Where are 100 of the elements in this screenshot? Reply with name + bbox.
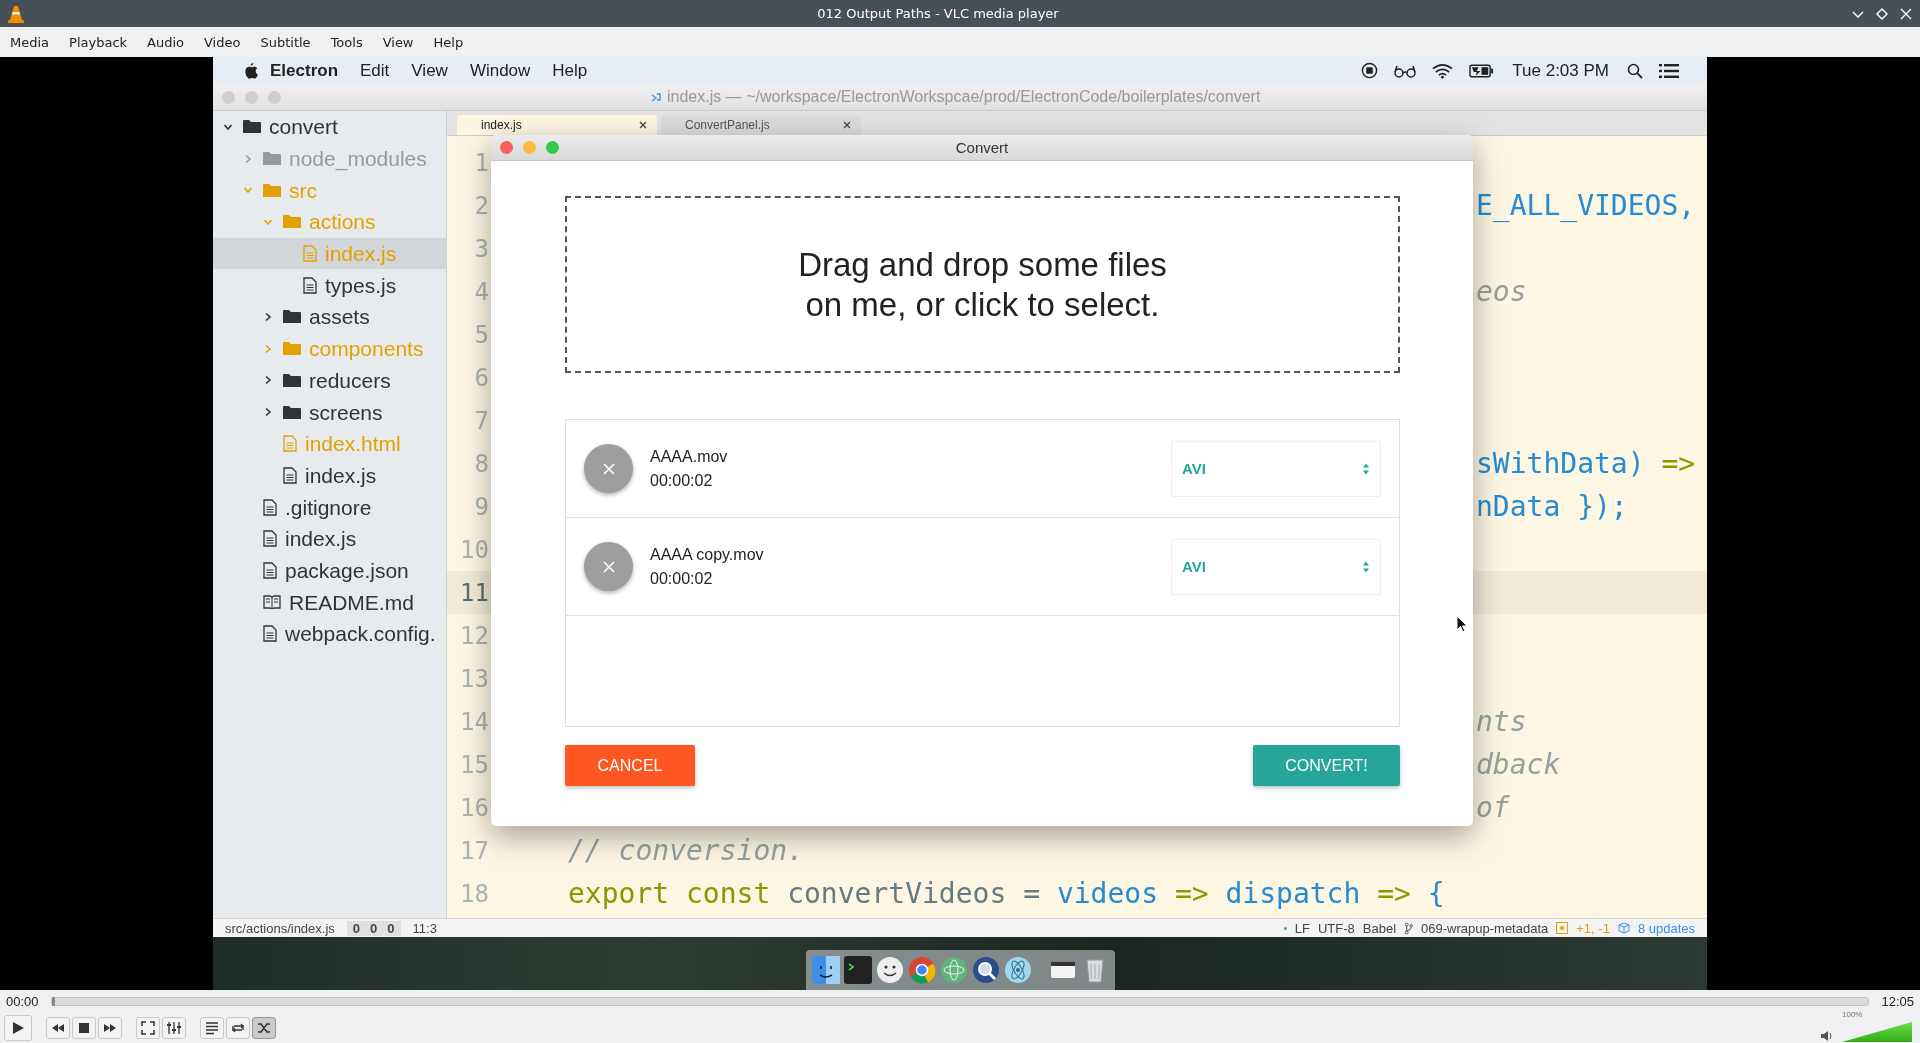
- line-number: 14: [459, 707, 490, 736]
- next-icon[interactable]: [103, 1023, 117, 1033]
- line-number: 17: [459, 836, 490, 865]
- tree-item[interactable]: types.js: [213, 269, 446, 302]
- vlc-cone-icon: [8, 4, 24, 23]
- chevron-right-icon[interactable]: [263, 311, 273, 322]
- loop-button[interactable]: [226, 1017, 250, 1039]
- terminal-icon[interactable]: [843, 956, 872, 984]
- menu-item[interactable]: Media: [2, 34, 58, 50]
- playlist-button[interactable]: [200, 1017, 224, 1039]
- elapsed-time: 00:00: [6, 994, 39, 1009]
- menu-item[interactable]: Video: [196, 34, 249, 50]
- tree-item[interactable]: index.js: [213, 459, 446, 492]
- tree-item[interactable]: assets: [213, 301, 446, 333]
- menubar-clock[interactable]: Tue 2:03 PM: [1512, 60, 1609, 81]
- tree-item[interactable]: README.md: [213, 586, 446, 618]
- line-number: 11: [459, 578, 490, 607]
- cursor-position[interactable]: 11:3: [412, 920, 437, 936]
- code-line: nData });: [1476, 490, 1628, 523]
- glasses-icon[interactable]: [1394, 63, 1417, 78]
- tree-item[interactable]: package.json: [213, 554, 446, 587]
- drop-zone[interactable]: Drag and drop some files on me, or click to select.: [565, 196, 1400, 373]
- tree-item[interactable]: index.js: [213, 522, 446, 555]
- seek-handle[interactable]: [51, 997, 55, 1006]
- tree-item[interactable]: screens: [213, 396, 446, 428]
- up-down-icon: [1362, 461, 1370, 476]
- line-number: 8: [473, 449, 490, 478]
- up-down-icon: [1362, 559, 1370, 574]
- file-name: AAAA.mov: [650, 447, 728, 466]
- shuffle-icon[interactable]: [257, 1021, 271, 1035]
- remove-button[interactable]: [584, 542, 633, 591]
- speaker-icon[interactable]: [1820, 1030, 1834, 1042]
- menu-item[interactable]: View: [411, 60, 448, 81]
- line-ending[interactable]: LF: [1294, 920, 1310, 936]
- menu-item[interactable]: Edit: [360, 60, 390, 81]
- previous-button[interactable]: [46, 1017, 70, 1039]
- line-number: 2: [473, 191, 490, 220]
- menu-item[interactable]: Help: [552, 60, 588, 81]
- menu-item[interactable]: Playback: [61, 34, 136, 50]
- code-line: sWithData) =>: [1476, 447, 1696, 480]
- remove-button[interactable]: [584, 444, 633, 493]
- line-number: 10: [459, 535, 490, 564]
- play-button[interactable]: [4, 1015, 32, 1041]
- menu-item[interactable]: Window: [469, 60, 531, 81]
- line-number: 5: [473, 320, 490, 349]
- menu-item[interactable]: Audio: [139, 34, 192, 50]
- browser-icon[interactable]: [907, 956, 936, 984]
- close-icon[interactable]: [843, 121, 851, 129]
- close-icon[interactable]: [639, 121, 647, 129]
- list-icon[interactable]: [1659, 63, 1679, 78]
- editor-tab[interactable]: index.js: [457, 115, 657, 135]
- file-encoding[interactable]: UTF-8: [1318, 920, 1355, 936]
- total-time: 12:05: [1881, 994, 1914, 1009]
- next-button[interactable]: [98, 1017, 122, 1039]
- menu-item[interactable]: Subtitle: [252, 34, 319, 50]
- grammar-selector[interactable]: Babel: [1362, 920, 1397, 936]
- lint-counters[interactable]: 0 0 0: [346, 920, 401, 936]
- magnifier-app-icon[interactable]: [971, 956, 1000, 984]
- loop-icon[interactable]: [231, 1021, 245, 1035]
- playlist-icon[interactable]: [205, 1021, 219, 1035]
- smiley-icon[interactable]: [875, 956, 904, 984]
- previous-icon[interactable]: [51, 1023, 65, 1033]
- line-number: 7: [473, 406, 490, 435]
- record-icon[interactable]: [1361, 62, 1379, 79]
- play-icon[interactable]: [11, 1021, 25, 1035]
- tree-item[interactable]: .gitignore: [213, 491, 446, 523]
- app-menu[interactable]: Electron: [270, 60, 339, 81]
- menu-item[interactable]: View: [374, 34, 422, 50]
- code-line: nts: [1476, 705, 1527, 738]
- code-line: eos: [1476, 275, 1527, 308]
- search-icon[interactable]: [1627, 62, 1643, 79]
- tree-item[interactable]: reducers: [213, 364, 446, 397]
- file-duration: 00:00:02: [650, 569, 714, 588]
- menu-item[interactable]: Tools: [322, 34, 371, 50]
- editor-tab[interactable]: ConvertPanel.js: [661, 115, 861, 135]
- equalizer-button[interactable]: [162, 1017, 186, 1039]
- file-icon: [283, 466, 297, 484]
- wifi-icon[interactable]: [1432, 62, 1454, 79]
- git-branch[interactable]: 069-wrapup-metadata: [1421, 920, 1549, 936]
- package-icon: [1617, 922, 1630, 934]
- chevron-right-icon[interactable]: [263, 375, 273, 386]
- fullscreen-button[interactable]: [136, 1017, 160, 1039]
- sliders-icon[interactable]: [167, 1021, 181, 1035]
- dock-app-icon[interactable]: [811, 956, 840, 984]
- folder-icon: [263, 151, 281, 167]
- fullscreen-icon[interactable]: [141, 1021, 155, 1035]
- maximize-icon[interactable]: [1876, 7, 1888, 20]
- chevron-right-icon[interactable]: [263, 407, 273, 418]
- menu-item[interactable]: Help: [425, 34, 472, 50]
- tree-item[interactable]: webpack.config.: [213, 618, 446, 650]
- branch-icon: [1404, 921, 1414, 935]
- tree-item[interactable]: convert: [213, 111, 446, 143]
- code-line: // conversion.: [568, 834, 804, 867]
- code-line: dback: [1476, 748, 1561, 781]
- apple-icon[interactable]: [243, 62, 258, 79]
- battery-icon[interactable]: [1469, 63, 1495, 78]
- shuffle-button[interactable]: [252, 1017, 276, 1039]
- file-path[interactable]: src/actions/index.js: [225, 920, 335, 936]
- dialog-title: Convert: [955, 139, 1009, 156]
- stop-button[interactable]: [72, 1017, 96, 1039]
